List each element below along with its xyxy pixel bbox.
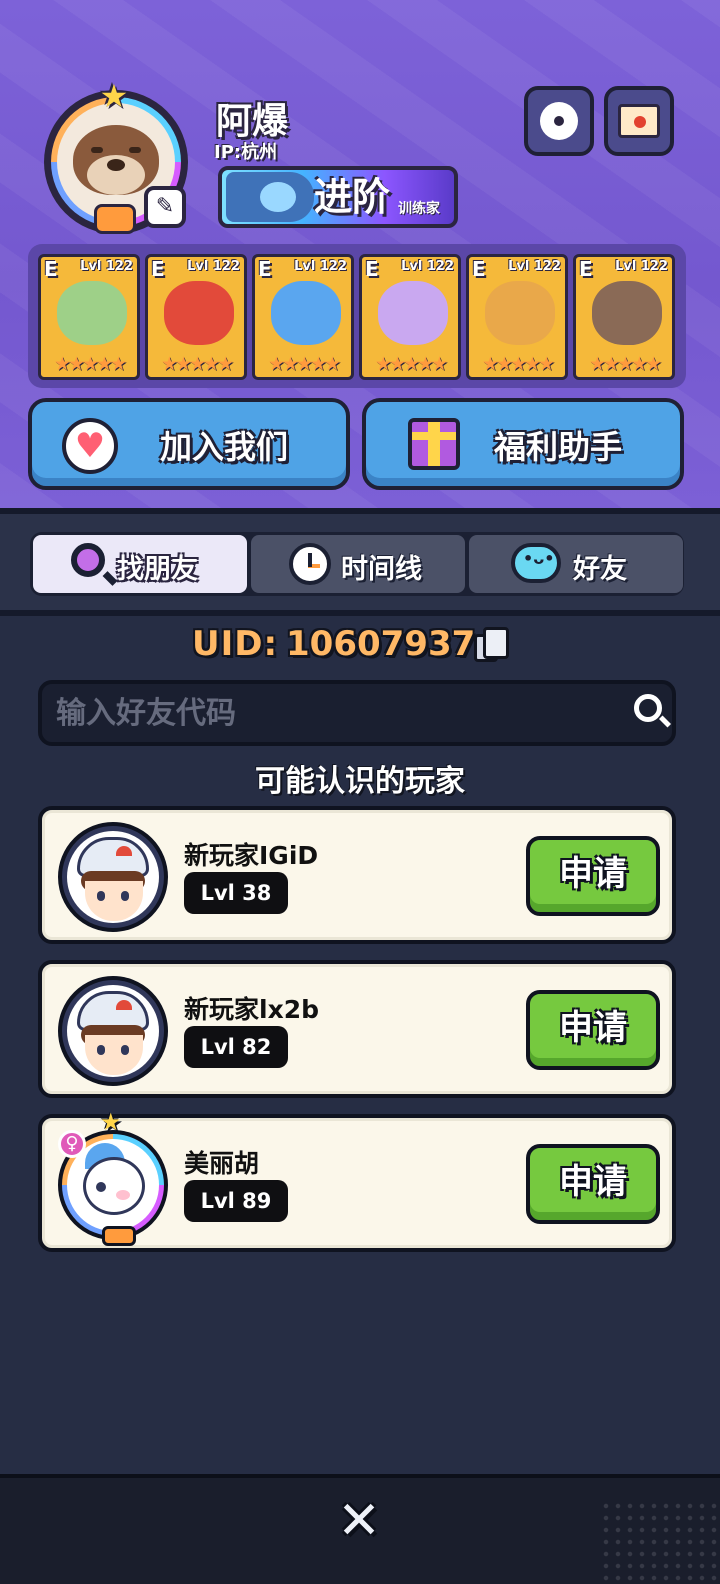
mail-button[interactable] bbox=[604, 86, 674, 156]
tab-label: 时间线 bbox=[341, 554, 422, 585]
uid-label: UID: bbox=[192, 624, 279, 664]
player-level: Lvl 38 bbox=[184, 872, 288, 914]
face-shape bbox=[85, 1035, 143, 1075]
female-icon: ♀ bbox=[58, 1130, 86, 1158]
list-item: 新玩家IGiD Lvl 38 申请 bbox=[38, 806, 676, 944]
mail-icon bbox=[618, 104, 660, 138]
otter-nose bbox=[107, 159, 125, 171]
card-stars: ★★★★★ bbox=[267, 353, 341, 375]
suggested-players-title: 可能认识的玩家 bbox=[255, 764, 465, 799]
otter-eye bbox=[129, 147, 141, 153]
creature-image bbox=[592, 281, 662, 345]
apply-button[interactable]: 申请 bbox=[526, 836, 660, 916]
profile-header: ★ ✎ 阿爆 IP:杭州 进阶 训练家 E Lvl 122 ★★★★★ E Lv… bbox=[0, 0, 720, 512]
rank-title: 进阶 bbox=[314, 175, 391, 219]
gift-icon bbox=[408, 418, 460, 470]
heart-icon bbox=[62, 418, 118, 474]
avatar-ribbon-badge bbox=[94, 204, 136, 234]
close-button[interactable]: ✕ bbox=[334, 1495, 384, 1547]
team-card[interactable]: E Lvl 122 ★★★★★ bbox=[252, 254, 354, 380]
tab-bar: 找朋友 时间线 好友 bbox=[30, 532, 684, 596]
tab-find-friends[interactable]: 找朋友 bbox=[33, 535, 247, 593]
team-card[interactable]: E Lvl 122 ★★★★★ bbox=[573, 254, 675, 380]
card-grade: E bbox=[365, 257, 379, 281]
tab-label: 找朋友 bbox=[117, 554, 198, 585]
team-card[interactable]: E Lvl 122 ★★★★★ bbox=[38, 254, 140, 380]
player-name: 美丽胡 bbox=[184, 1149, 260, 1178]
card-level: Lvl 122 bbox=[294, 259, 347, 274]
creature-image bbox=[378, 281, 448, 345]
card-level: Lvl 122 bbox=[615, 259, 668, 274]
player-name: 新玩家lx2b bbox=[184, 995, 319, 1024]
settings-button[interactable] bbox=[524, 86, 594, 156]
benefit-helper-button[interactable]: 福利助手 bbox=[362, 398, 684, 490]
card-grade: E bbox=[579, 257, 593, 281]
join-us-label: 加入我们 bbox=[160, 428, 289, 466]
copy-icon[interactable] bbox=[474, 627, 509, 662]
rank-subtitle: 训练家 bbox=[398, 201, 440, 217]
card-grade: E bbox=[44, 257, 58, 281]
card-grade: E bbox=[258, 257, 272, 281]
list-item: ★ ♀ 美丽胡 Lvl 89 申请 bbox=[38, 1108, 676, 1252]
card-stars: ★★★★★ bbox=[374, 353, 448, 375]
join-us-button[interactable]: 加入我们 bbox=[28, 398, 350, 490]
card-stars: ★★★★★ bbox=[588, 353, 662, 375]
dots-pattern bbox=[600, 1500, 720, 1584]
player-name: 新玩家IGiD bbox=[184, 841, 319, 870]
uid-row: UID: 10607937 bbox=[0, 624, 720, 674]
team-card[interactable]: E Lvl 122 ★★★★★ bbox=[359, 254, 461, 380]
card-level: Lvl 122 bbox=[401, 259, 454, 274]
card-grade: E bbox=[151, 257, 165, 281]
tab-friends[interactable]: 好友 bbox=[469, 535, 683, 593]
team-panel: E Lvl 122 ★★★★★ E Lvl 122 ★★★★★ E Lvl 12… bbox=[28, 244, 686, 388]
face-shape bbox=[85, 881, 143, 921]
team-card[interactable]: E Lvl 122 ★★★★★ bbox=[466, 254, 568, 380]
list-item: 新玩家lx2b Lvl 82 申请 bbox=[38, 960, 676, 1098]
search-icon bbox=[71, 543, 105, 577]
username: 阿爆 bbox=[216, 101, 289, 142]
avatar-image bbox=[67, 831, 159, 923]
gear-icon bbox=[540, 102, 578, 140]
apply-button[interactable]: 申请 bbox=[526, 1144, 660, 1224]
edit-profile-button[interactable]: ✎ bbox=[144, 186, 186, 228]
card-level: Lvl 122 bbox=[187, 259, 240, 274]
apply-button[interactable]: 申请 bbox=[526, 990, 660, 1070]
bunny-shape bbox=[83, 1157, 145, 1215]
divider bbox=[0, 610, 720, 616]
uid-value: 10607937 bbox=[286, 624, 476, 664]
edit-icon: ✎ bbox=[155, 194, 175, 219]
creature-image bbox=[485, 281, 555, 345]
card-stars: ★★★★★ bbox=[160, 353, 234, 375]
avatar[interactable] bbox=[58, 822, 168, 932]
search-icon[interactable] bbox=[634, 694, 662, 722]
player-level: Lvl 89 bbox=[184, 1180, 288, 1222]
otter-eye bbox=[91, 147, 103, 153]
avatar[interactable] bbox=[58, 976, 168, 1086]
creature-image bbox=[271, 281, 341, 345]
avatar-ribbon-badge bbox=[102, 1226, 136, 1246]
ip-location: IP:杭州 bbox=[214, 142, 278, 163]
creature-image bbox=[57, 281, 127, 345]
card-level: Lvl 122 bbox=[80, 259, 133, 274]
rank-emblem-icon bbox=[226, 172, 314, 222]
chat-icon bbox=[511, 543, 561, 583]
clock-icon bbox=[289, 543, 331, 585]
card-stars: ★★★★★ bbox=[53, 353, 127, 375]
card-grade: E bbox=[472, 257, 486, 281]
team-card[interactable]: E Lvl 122 ★★★★★ bbox=[145, 254, 247, 380]
card-level: Lvl 122 bbox=[508, 259, 561, 274]
star-icon: ★ bbox=[99, 77, 129, 115]
rank-badge[interactable]: 进阶 训练家 bbox=[218, 166, 458, 228]
creature-image bbox=[164, 281, 234, 345]
benefit-helper-label: 福利助手 bbox=[494, 428, 623, 466]
tab-label: 好友 bbox=[573, 554, 627, 585]
friend-code-search bbox=[38, 680, 676, 746]
tab-timeline[interactable]: 时间线 bbox=[251, 535, 465, 593]
close-icon: ✕ bbox=[337, 1491, 381, 1551]
friend-code-input[interactable] bbox=[56, 690, 616, 736]
player-level: Lvl 82 bbox=[184, 1026, 288, 1068]
card-stars: ★★★★★ bbox=[481, 353, 555, 375]
avatar-image bbox=[67, 985, 159, 1077]
star-icon: ★ bbox=[100, 1108, 122, 1136]
